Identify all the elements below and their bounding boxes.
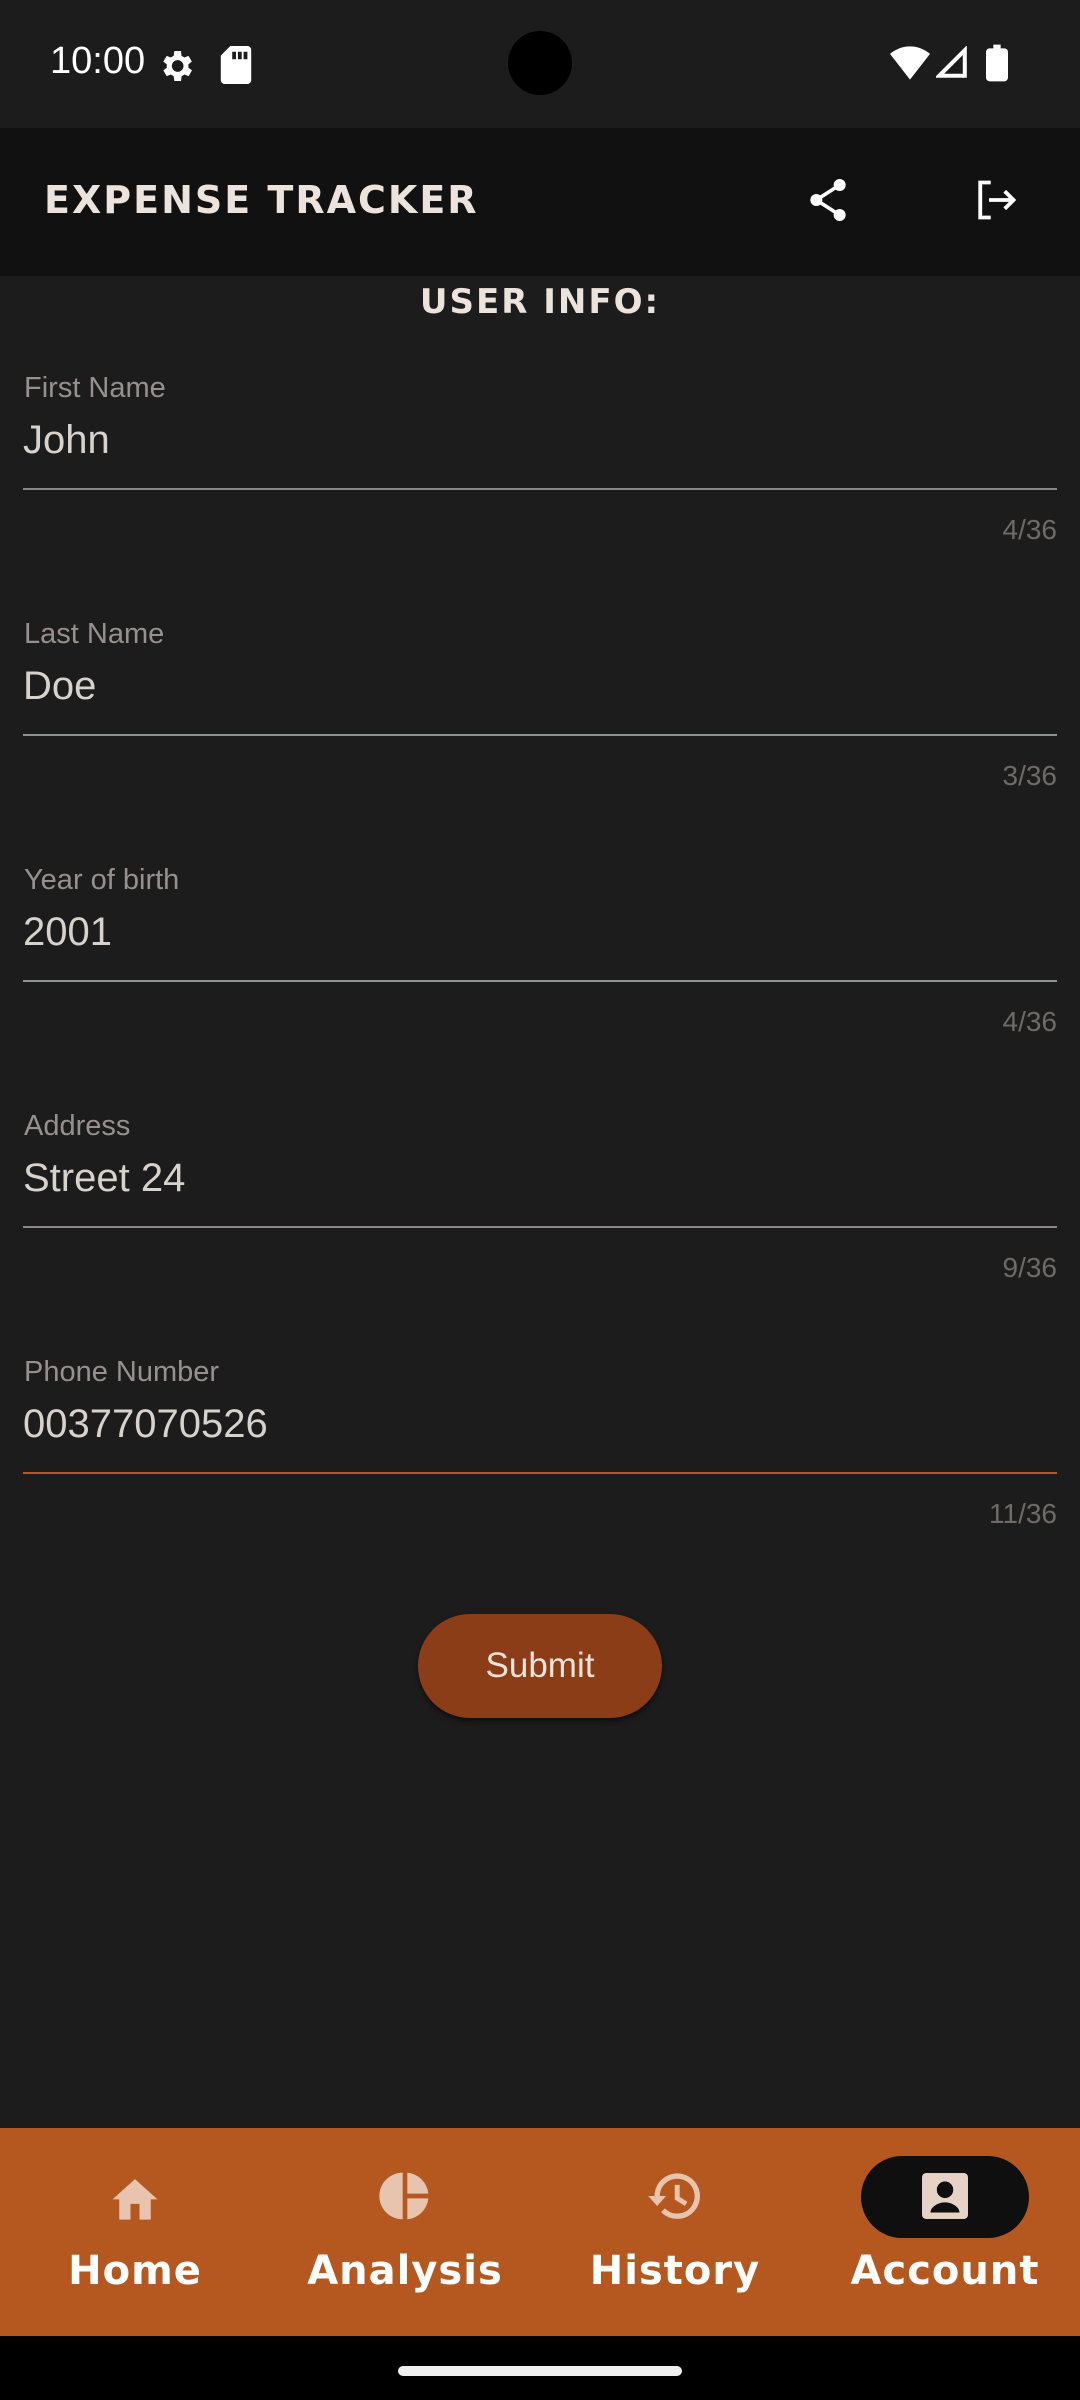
- status-bar: 10:00: [0, 0, 1080, 128]
- address-underline: [23, 1226, 1057, 1228]
- gesture-bar: [0, 2336, 1080, 2400]
- last-name-underline: [23, 734, 1057, 736]
- nav-label-account: Account: [850, 2248, 1040, 2294]
- last-name-field: Last Name 3/36: [23, 618, 1057, 818]
- address-counter: 9/36: [1002, 1252, 1058, 1283]
- last-name-input[interactable]: [23, 656, 1057, 716]
- first-name-field: First Name 4/36: [23, 372, 1057, 572]
- first-name-input[interactable]: [23, 410, 1057, 470]
- phone-number-input[interactable]: [23, 1394, 1057, 1454]
- signal-icon: [934, 45, 968, 85]
- home-icon: [0, 2166, 270, 2226]
- phone-number-field: Phone Number 11/36: [23, 1356, 1057, 1556]
- year-of-birth-counter: 4/36: [1002, 1006, 1058, 1037]
- address-input[interactable]: [23, 1148, 1057, 1208]
- nav-label-home: Home: [68, 2248, 202, 2294]
- last-name-counter: 3/36: [1002, 760, 1058, 791]
- app-bar: EXPENSE TRACKER: [0, 128, 1080, 276]
- section-title: USER INFO:: [419, 282, 661, 322]
- nav-item-history[interactable]: History: [540, 2128, 810, 2336]
- status-time: 10:00: [50, 40, 146, 82]
- logout-button[interactable]: [966, 172, 1026, 232]
- battery-icon: [986, 44, 1008, 87]
- share-button[interactable]: [798, 172, 858, 232]
- nav-item-home[interactable]: Home: [0, 2128, 270, 2336]
- pie-chart-icon: [270, 2166, 540, 2226]
- phone-number-label: Phone Number: [24, 1356, 220, 1388]
- phone-number-underline: [23, 1472, 1057, 1474]
- history-icon: [540, 2166, 810, 2226]
- share-icon: [808, 178, 848, 227]
- phone-number-counter: 11/36: [989, 1498, 1057, 1529]
- nav-item-analysis[interactable]: Analysis: [270, 2128, 540, 2336]
- submit-button[interactable]: Submit: [418, 1614, 662, 1718]
- year-of-birth-input[interactable]: [23, 902, 1057, 962]
- first-name-counter: 4/36: [1002, 514, 1058, 545]
- year-of-birth-field: Year of birth 4/36: [23, 864, 1057, 1064]
- camera-cutout: [508, 31, 572, 95]
- gesture-handle[interactable]: [398, 2366, 682, 2376]
- wifi-icon: [890, 46, 930, 85]
- address-field: Address 9/36: [23, 1110, 1057, 1310]
- last-name-label: Last Name: [24, 618, 165, 650]
- settings-gear-icon: [156, 46, 196, 91]
- year-of-birth-underline: [23, 980, 1057, 982]
- account-box-icon: [810, 2166, 1080, 2226]
- first-name-underline: [23, 488, 1057, 490]
- sd-card-icon: [220, 46, 252, 89]
- logout-icon: [975, 180, 1017, 225]
- nav-label-analysis: Analysis: [307, 2248, 503, 2294]
- nav-label-history: History: [589, 2248, 761, 2294]
- address-label: Address: [24, 1110, 131, 1142]
- year-of-birth-label: Year of birth: [24, 864, 180, 896]
- app-title: EXPENSE TRACKER: [44, 178, 479, 222]
- first-name-label: First Name: [24, 372, 166, 404]
